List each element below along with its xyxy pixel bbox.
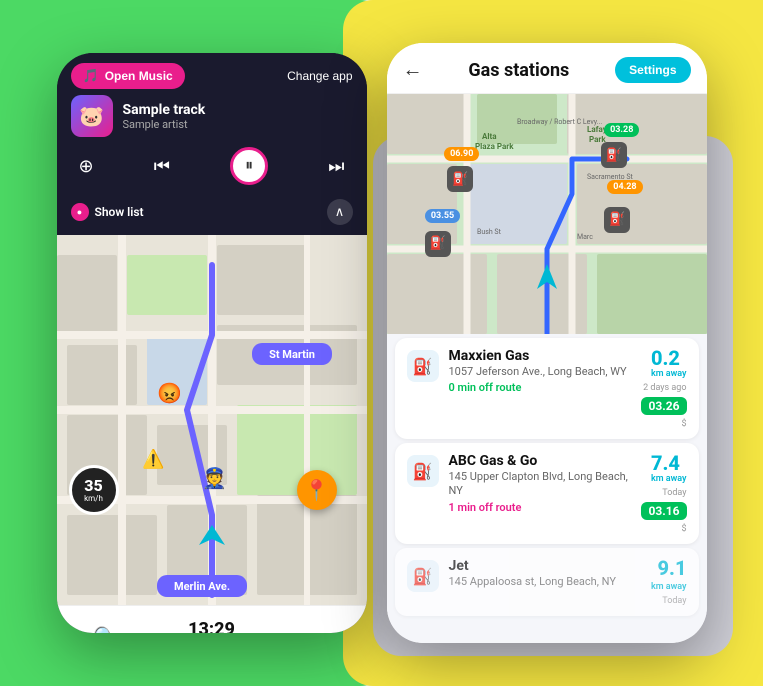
svg-text:Bush St: Bush St (477, 228, 502, 236)
gas-station-address: 145 Appaloosa st, Long Beach, NY (449, 575, 641, 589)
gas-distance: 9.1 (658, 558, 687, 578)
track-title: Sample track (123, 102, 353, 118)
gas-station-address: 145 Upper Clapton Blvd, Long Beach, NY (449, 470, 632, 499)
chevron-up-button[interactable]: ∧ (327, 199, 353, 225)
show-list-label: Show list (95, 205, 144, 219)
phones-container: 🎵 Open Music Change app 🐷 Sample track S… (57, 43, 707, 643)
svg-text:⚠️: ⚠️ (142, 448, 164, 470)
prev-button[interactable]: ⏮ (154, 156, 170, 177)
play-pause-button[interactable]: ⏸ (230, 147, 268, 185)
svg-text:😡: 😡 (157, 381, 182, 405)
change-app-button[interactable]: Change app (287, 69, 352, 83)
gas-station-name: Maxxien Gas (449, 348, 632, 364)
location-pin[interactable]: 📍 (297, 470, 337, 510)
svg-text:Marc: Marc (577, 233, 593, 241)
gas-station-right: 7.4 km away Today 03.16 $ (641, 453, 686, 534)
header-title: Gas stations (433, 60, 606, 81)
gas-station-info: ABC Gas & Go 145 Upper Clapton Blvd, Lon… (449, 453, 632, 514)
search-nav-item[interactable]: 🔍 (93, 625, 118, 634)
gas-map-icon-2: ⛽ (601, 142, 627, 168)
gas-time-ago: Today (662, 596, 686, 606)
track-info: Sample track Sample artist (123, 102, 353, 131)
map-area-left: 😡 👮 ⚠️ St Martin Merlin Ave. 35 km/h 📍 (57, 235, 367, 605)
gas-station-icon: ⛽ (407, 350, 439, 382)
open-music-button[interactable]: 🎵 Open Music (71, 63, 185, 89)
map-svg-left: 😡 👮 ⚠️ St Martin Merlin Ave. (57, 235, 367, 605)
bottom-nav-left: 🔍 13:29 48 min ⟹ 20 km 🚗 (57, 605, 367, 633)
right-phone: ← Gas stations Settings (387, 43, 707, 643)
gas-station-name: Jet (449, 558, 641, 574)
gas-km: km away (651, 369, 687, 379)
gas-route-text: 0 min off route (449, 381, 632, 394)
search-icon: 🔍 (93, 625, 118, 634)
add-button[interactable]: ⊕ (79, 156, 94, 177)
gas-station-right: 0.2 km away 2 days ago 03.26 $ (641, 348, 686, 429)
gas-station-info: Jet 145 Appaloosa st, Long Beach, NY (449, 558, 641, 589)
music-controls: ⊕ ⏮ ⏸ ⏭ (71, 143, 353, 189)
gas-station-right: 9.1 km away Today (651, 558, 687, 606)
gas-map-icon-4: ⛽ (604, 207, 630, 233)
speed-unit: km/h (84, 494, 103, 503)
gas-km: km away (651, 582, 687, 592)
price-tag-2: 03.28 (604, 123, 639, 137)
left-phone: 🎵 Open Music Change app 🐷 Sample track S… (57, 53, 367, 633)
gas-station-list: ⛽ Maxxien Gas 1057 Jeferson Ave., Long B… (387, 334, 707, 643)
gas-distance: 0.2 (651, 346, 680, 370)
album-art: 🐷 (71, 95, 113, 137)
svg-text:Alta: Alta (482, 132, 497, 141)
gas-time-ago: Today (662, 488, 686, 498)
svg-text:👮: 👮 (202, 466, 227, 490)
price-tag-4: 04.28 (607, 180, 642, 194)
show-list-row: ● Show list ∧ (71, 195, 353, 227)
gas-price-badge: 03.16 (641, 502, 686, 520)
right-phone-header: ← Gas stations Settings (387, 43, 707, 94)
nav-time-block: 13:29 48 min ⟹ 20 km (171, 619, 252, 633)
gas-km: km away (651, 474, 687, 484)
svg-text:St Martin: St Martin (269, 348, 315, 361)
price-tag-3: 03.55 (425, 209, 460, 223)
gas-route-text: 1 min off route (449, 501, 632, 514)
settings-button[interactable]: Settings (615, 57, 690, 83)
car-icon: 🚗 (305, 625, 330, 634)
map-area-right: Broadway / Robert C Levy... Sacramento S… (387, 94, 707, 334)
next-button[interactable]: ⏭ (328, 156, 344, 177)
music-bar: 🎵 Open Music Change app 🐷 Sample track S… (57, 53, 367, 235)
car-nav-item[interactable]: 🚗 (305, 625, 330, 634)
price-tag-1: 06.90 (444, 147, 479, 161)
speed-number: 35 (84, 478, 102, 494)
svg-text:Plaza Park: Plaza Park (475, 142, 514, 151)
back-button[interactable]: ← (403, 59, 423, 82)
gas-station-icon: ⛽ (407, 455, 439, 487)
nav-time: 13:29 (188, 619, 235, 633)
gas-station-icon: ⛽ (407, 560, 439, 592)
gas-station-item[interactable]: ⛽ Jet 145 Appaloosa st, Long Beach, NY 9… (395, 548, 699, 616)
gas-price-badge: 03.26 (641, 397, 686, 415)
gas-station-info: Maxxien Gas 1057 Jeferson Ave., Long Bea… (449, 348, 632, 394)
waze-dot: ● (71, 203, 89, 221)
gas-map-icon-1: ⛽ (447, 166, 473, 192)
music-icon: 🎵 (83, 68, 99, 84)
svg-text:Merlin Ave.: Merlin Ave. (173, 580, 229, 593)
track-artist: Sample artist (123, 118, 353, 131)
gas-station-item[interactable]: ⛽ Maxxien Gas 1057 Jeferson Ave., Long B… (395, 338, 699, 439)
open-music-label: Open Music (105, 69, 173, 83)
speed-badge: 35 km/h (69, 465, 119, 515)
gas-time-ago: 2 days ago (643, 383, 686, 393)
gas-station-item[interactable]: ⛽ ABC Gas & Go 145 Upper Clapton Blvd, L… (395, 443, 699, 544)
gas-distance: 7.4 (651, 451, 680, 475)
gas-station-name: ABC Gas & Go (449, 453, 632, 469)
gas-map-icon-3: ⛽ (425, 231, 451, 257)
gas-station-address: 1057 Jeferson Ave., Long Beach, WY (449, 365, 632, 379)
